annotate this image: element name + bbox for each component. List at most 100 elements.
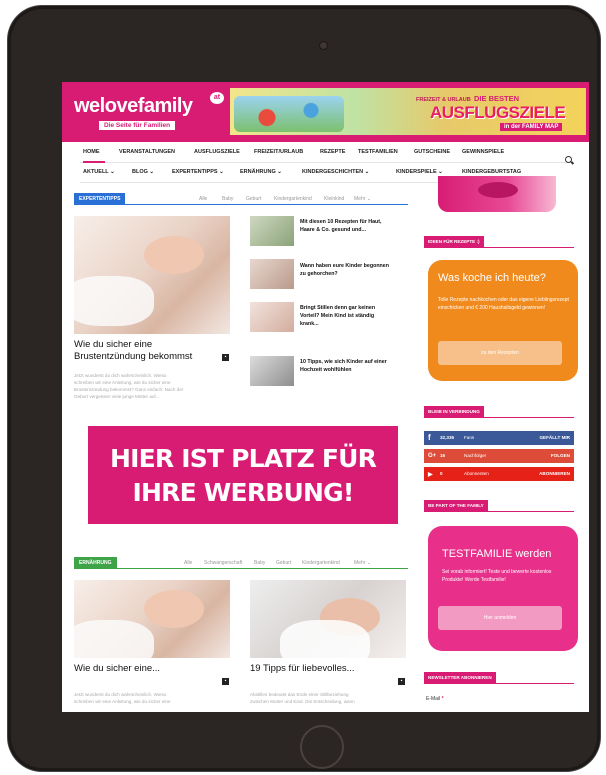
list-thumbnail[interactable] <box>250 302 294 332</box>
image-detail <box>144 236 204 274</box>
social-youtube[interactable]: ▶ 0 Abonnenten ABONNIEREN <box>424 467 574 481</box>
list-item-title[interactable]: Mit diesen 10 Rezepten für Haut, Haare &… <box>300 218 400 234</box>
nav-ernaehrung[interactable]: ERNÄHRUNG ⌄ <box>240 169 282 175</box>
list-item-line: Mit diesen 10 Rezepten für Haut, <box>300 219 382 225</box>
social-label: Abonnenten <box>464 471 489 476</box>
article-title-cont[interactable]: Brustentzündung bekommst <box>74 351 192 363</box>
media-icon: ▪ <box>398 678 405 685</box>
sidebar-promo-image[interactable] <box>438 176 556 212</box>
article-image-breastfeeding[interactable] <box>74 216 230 334</box>
block-header-expertentipps: EXPERTENTIPPS Alle Baby Geburt Kindergar… <box>74 193 408 205</box>
camera-icon <box>320 42 327 49</box>
filter-alle[interactable]: Alle <box>199 196 207 202</box>
nav-blog[interactable]: BLOG ⌄ <box>132 169 154 175</box>
list-thumbnail[interactable] <box>250 356 294 386</box>
nav-kindergeschichten[interactable]: KINDERGESCHICHTEN ⌄ <box>302 169 369 175</box>
social-facebook[interactable]: f 32,336 Fans GEFÄLLT MIR <box>424 431 574 445</box>
testfamily-title: TESTFAMILIE werden <box>442 548 552 560</box>
image-detail <box>280 620 370 658</box>
ad-line-1: HIER IST PLATZ FÜR <box>109 444 377 473</box>
search-icon[interactable] <box>565 156 572 163</box>
social-count: 0 <box>440 471 443 476</box>
article-excerpt-1: Abstillen bedeutet das Ende einer Stillb… <box>250 692 349 697</box>
image-detail <box>74 620 154 658</box>
ad-line-2: IHRE WERBUNG! <box>132 478 355 507</box>
social-label: Nachfolger <box>464 453 487 458</box>
youtube-icon: ▶ <box>428 472 433 478</box>
filter-schwangerschaft[interactable]: Schwangerschaft <box>204 560 242 566</box>
required-marker: * <box>441 696 444 702</box>
testfamily-widget: TESTFAMILIE werden Sei vorab informiert!… <box>428 526 578 651</box>
list-item-title[interactable]: Wann haben eure Kinder begonnen zu gehor… <box>300 262 400 278</box>
list-item-line: krank... <box>300 321 319 327</box>
testfamily-signup-button[interactable]: Hier anmelden <box>438 606 562 630</box>
filter-mehr[interactable]: Mehr ⌄ <box>354 196 371 202</box>
filter-baby[interactable]: Baby <box>254 560 265 566</box>
header-banner-ad[interactable]: FREIZEIT & URLAUB DIE BESTEN AUSFLUGSZIE… <box>230 88 586 135</box>
banner-illustration <box>234 96 344 132</box>
sidebar-header-rezepte: IDEEN FÜR REZEPTE :) <box>424 236 574 248</box>
list-item-line: Vorteil? Mein Kind ist ständig <box>300 313 375 319</box>
article-excerpt-2: schreiben wir eine Anleitung, wie du sic… <box>74 699 171 704</box>
sidebar-tag-line <box>424 417 574 418</box>
filter-geburt[interactable]: Geburt <box>276 560 291 566</box>
list-thumbnail[interactable] <box>250 216 294 246</box>
nav-kinderspiele[interactable]: KINDERSPIELE ⌄ <box>396 169 443 175</box>
filter-kindergartenkind[interactable]: Kindergartenkind <box>302 560 340 566</box>
filter-kleinkind[interactable]: Kleinkind <box>324 196 344 202</box>
googleplus-icon: G+ <box>428 453 437 459</box>
filter-geburt[interactable]: Geburt <box>246 196 261 202</box>
nav-divider <box>80 162 570 163</box>
nav-veranstaltungen[interactable]: VERANSTALTUNGEN <box>119 149 175 155</box>
nav-expertentipps[interactable]: EXPERTENTIPPS ⌄ <box>172 169 224 175</box>
article-title[interactable]: Wie du sicher eine... <box>74 663 160 675</box>
list-item-line: Wann haben eure Kinder begonnen <box>300 263 389 269</box>
social-count: 16 <box>440 453 446 458</box>
social-action[interactable]: FOLGEN <box>551 453 570 458</box>
article-image-breastfeeding[interactable] <box>74 580 230 658</box>
filter-alle[interactable]: Alle <box>184 560 192 566</box>
list-item-title[interactable]: 10 Tipps, wie sich Kinder auf einer Hoch… <box>300 358 400 374</box>
article-image-weaning[interactable] <box>250 580 406 658</box>
nav-testfamilien[interactable]: TESTFAMILIEN <box>358 149 398 155</box>
media-icon: ▪ <box>222 678 229 685</box>
logo-tagline: Die Seite für Familien <box>99 121 176 130</box>
social-googleplus[interactable]: G+ 16 Nachfolger FOLGEN <box>424 449 574 463</box>
filter-mehr[interactable]: Mehr ⌄ <box>354 560 371 566</box>
recipes-button[interactable]: zu den Rezepten <box>438 341 562 365</box>
article-title[interactable]: 19 Tipps für liebevolles... <box>250 663 355 675</box>
list-item-line: Haare & Co. gesund und... <box>300 227 366 233</box>
block-tag-line <box>74 568 408 569</box>
facebook-icon: f <box>428 433 431 442</box>
home-button[interactable] <box>300 725 344 769</box>
image-detail <box>74 276 154 326</box>
tablet-frame: welovefamily at Die Seite für Familien F… <box>8 6 600 771</box>
nav-aktuell[interactable]: AKTUELL ⌄ <box>83 169 115 175</box>
nav-divider-2 <box>80 182 440 183</box>
nav-freizeit-urlaub[interactable]: FREIZEIT/URLAUB <box>254 149 303 155</box>
image-detail <box>144 590 204 628</box>
site-logo[interactable]: welovefamily <box>74 95 193 118</box>
nav-gutscheine[interactable]: GUTSCHEINE <box>414 149 450 155</box>
nav-gewinnspiele[interactable]: GEWINNSPIELE <box>462 149 504 155</box>
nav-home[interactable]: HOME <box>83 149 100 155</box>
filter-kindergartenkind[interactable]: Kindergartenkind <box>274 196 312 202</box>
article-title[interactable]: Wie du sicher eine <box>74 339 152 351</box>
sidebar-header-verbindung: BLEIB IN VERBINDUNG <box>424 406 574 418</box>
list-thumbnail[interactable] <box>250 259 294 289</box>
nav-kindergeburtstag[interactable]: KINDERGEBURTSTAG <box>462 169 521 175</box>
social-action[interactable]: ABONNIEREN <box>539 471 570 476</box>
social-label: Fans <box>464 435 475 440</box>
nav-ausflugsziele[interactable]: AUSFLUGSZIELE <box>194 149 240 155</box>
social-action[interactable]: GEFÄLLT MIR <box>539 435 570 440</box>
filter-baby[interactable]: Baby <box>222 196 233 202</box>
logo-heart-icon: at <box>210 92 224 104</box>
block-header-ernaehrung: ERNÄHRUNG Alle Schwangerschaft Baby Gebu… <box>74 557 408 569</box>
sidebar-tag-line <box>424 511 574 512</box>
ad-placeholder[interactable]: HIER IST PLATZ FÜR IHRE WERBUNG! <box>88 426 398 524</box>
list-item-title[interactable]: Bringt Stillen denn gar keinen Vorteil? … <box>300 304 400 328</box>
testfamily-text: Sei vorab informiert! Teste und bewerte … <box>442 569 552 583</box>
image-detail <box>478 182 518 198</box>
nav-rezepte[interactable]: REZEPTE <box>320 149 345 155</box>
sidebar-header-family: BE PART OF THE FAMILY <box>424 500 574 512</box>
